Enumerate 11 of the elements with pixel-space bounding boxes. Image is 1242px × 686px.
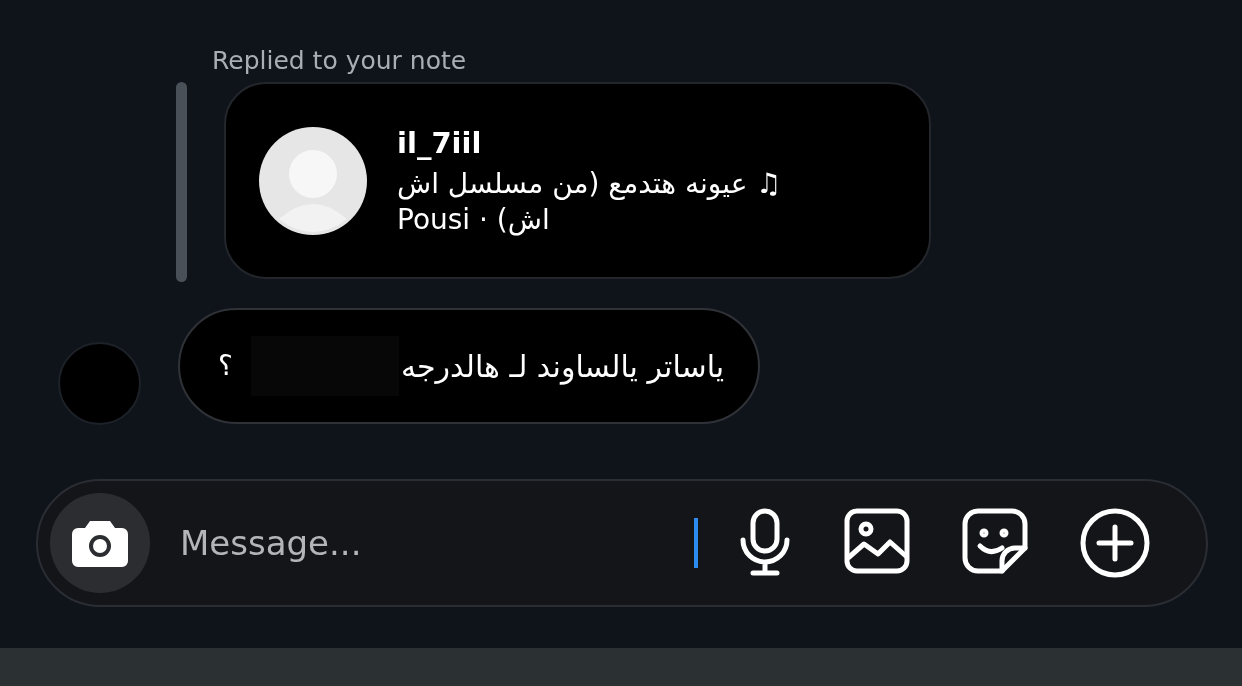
message-field[interactable]: Message... xyxy=(178,516,688,570)
camera-icon xyxy=(72,519,128,567)
question-mark-text: ؟ xyxy=(218,348,233,384)
note-text: ♫ عيونه هتدمع (من مسلسل اش اش) · Pousi xyxy=(397,165,783,239)
message-text: ياساتر يالساوند لـ هالدرجه xyxy=(400,347,725,387)
add-icon[interactable] xyxy=(1080,508,1150,578)
camera-button[interactable] xyxy=(50,493,150,593)
avatar-icon xyxy=(259,126,367,235)
username: il_7iil xyxy=(397,125,483,163)
reply-label: Replied to your note xyxy=(212,46,468,76)
microphone-icon[interactable] xyxy=(738,508,792,578)
